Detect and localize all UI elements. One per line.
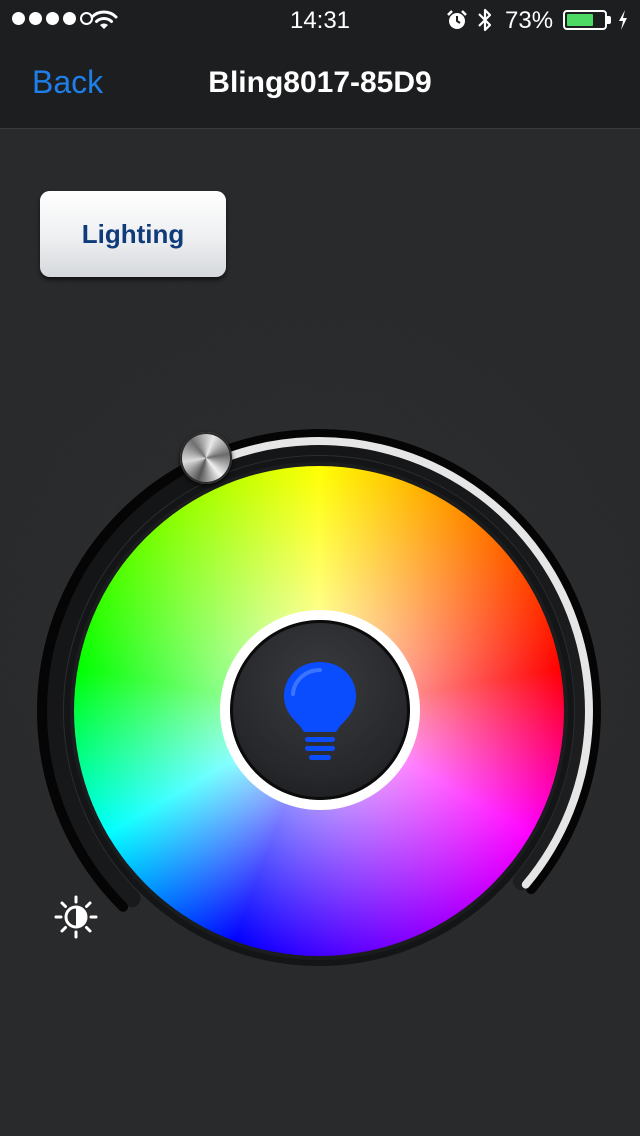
light-bulb-icon <box>284 662 356 760</box>
brightness-knob[interactable] <box>180 432 232 484</box>
screen: 14:31 73% Back Bling8017-85D9 Lighting <box>0 0 640 1136</box>
brightness-icon <box>54 895 98 939</box>
light-toggle-button[interactable] <box>220 610 420 810</box>
light-toggle-inner <box>230 620 410 800</box>
